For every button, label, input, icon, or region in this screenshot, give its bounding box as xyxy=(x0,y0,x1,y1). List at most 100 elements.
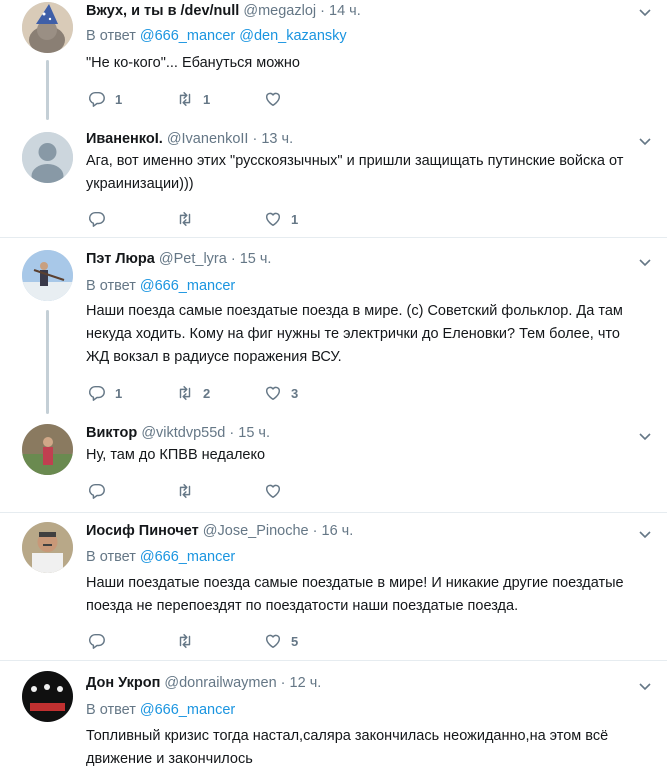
author-name[interactable]: Дон Укроп xyxy=(86,675,160,691)
reply-icon xyxy=(89,483,105,499)
retweet-button[interactable] xyxy=(176,209,203,229)
timestamp[interactable]: 13 ч. xyxy=(261,131,293,147)
like-count: 3 xyxy=(291,385,299,401)
wizard-cat-avatar-image xyxy=(22,2,73,53)
separator-dot: · xyxy=(252,131,258,147)
tweet-text: Наши поездатые поезда самые поездатые в … xyxy=(86,575,624,614)
like-button[interactable]: 5 xyxy=(264,631,298,651)
retweet-count: 1 xyxy=(203,91,211,107)
avatar[interactable] xyxy=(22,132,73,183)
separator-dot: · xyxy=(230,251,236,267)
avatar[interactable] xyxy=(22,522,73,573)
timestamp[interactable]: 12 ч. xyxy=(290,675,322,691)
like-count: 5 xyxy=(291,633,299,649)
tweet[interactable]: Виктор @viktdvp55d · 15 ч. Ну, там до КП… xyxy=(0,414,667,512)
reply-context: В ответ @666_mancer xyxy=(86,278,236,294)
person-avatar-image xyxy=(22,424,73,475)
author-name[interactable]: Вжух, и ты в /dev/null xyxy=(86,3,239,19)
author-name[interactable]: Иосиф Пиночет xyxy=(86,523,199,539)
retweet-icon xyxy=(179,211,191,227)
timestamp[interactable]: 15 ч. xyxy=(240,251,272,267)
timestamp[interactable]: 14 ч. xyxy=(329,3,361,19)
separator-dot: · xyxy=(312,523,318,539)
retweet-icon xyxy=(179,633,191,649)
author-name[interactable]: Виктор xyxy=(86,425,137,441)
chevron-down-icon[interactable] xyxy=(637,428,653,444)
reply-count: 1 xyxy=(115,91,123,107)
like-button[interactable] xyxy=(264,481,291,501)
tweet[interactable]: Вжух, и ты в /dev/null @megazloj · 14 ч.… xyxy=(0,0,667,120)
reply-icon xyxy=(89,385,105,401)
author-name[interactable]: Пэт Люра xyxy=(86,251,155,267)
author-handle[interactable]: @Jose_Pinoche xyxy=(203,523,309,539)
reply-button[interactable]: 1 xyxy=(88,89,122,109)
reply-mention[interactable]: @666_mancer xyxy=(140,549,235,565)
rifleman-avatar-image xyxy=(22,250,73,301)
like-button[interactable]: 1 xyxy=(264,209,298,229)
timestamp[interactable]: 15 ч. xyxy=(238,425,270,441)
reply-context: В ответ @666_mancer xyxy=(86,702,236,718)
reply-icon xyxy=(89,91,105,107)
tweet[interactable]: Пэт Люра @Pet_lyra · 15 ч. В ответ @666_… xyxy=(0,238,667,414)
reply-button[interactable]: 1 xyxy=(88,383,122,403)
tweet-text: Ага, вот именно этих "русскоязычных" и п… xyxy=(86,153,624,192)
separator-dot: · xyxy=(320,3,325,19)
separator-dot: · xyxy=(229,425,235,441)
tweet[interactable]: Дон Укроп @donrailwaymen · 12 ч. В ответ… xyxy=(0,661,667,772)
heart-icon xyxy=(265,92,281,107)
retweet-icon xyxy=(179,385,191,401)
author-handle[interactable]: @viktdvp55d xyxy=(141,425,225,441)
avatar[interactable] xyxy=(22,424,73,475)
tweet-text: "Не ко-кого"... Ебануться можно xyxy=(86,55,300,71)
author-handle[interactable]: @donrailwaymen xyxy=(164,675,276,691)
default-profile-image xyxy=(22,132,73,183)
chevron-down-icon[interactable] xyxy=(637,133,653,149)
chevron-down-icon[interactable] xyxy=(637,678,653,694)
reply-button[interactable] xyxy=(88,481,115,501)
stage-lights-avatar-image xyxy=(22,671,73,722)
separator-dot: · xyxy=(280,675,286,691)
retweet-count: 2 xyxy=(203,385,211,401)
reply-icon xyxy=(89,211,105,227)
reply-mention[interactable]: @666_mancer xyxy=(140,702,235,718)
author-handle[interactable]: @megazloj xyxy=(243,3,316,19)
author-handle[interactable]: @IvanenkoII xyxy=(167,131,249,147)
heart-icon xyxy=(265,484,281,499)
heart-icon xyxy=(265,386,281,401)
reply-button[interactable] xyxy=(88,209,115,229)
reply-icon xyxy=(89,633,105,649)
timestamp[interactable]: 16 ч. xyxy=(322,523,354,539)
reply-mention[interactable]: @666_mancer xyxy=(140,278,235,294)
retweet-button[interactable]: 2 xyxy=(176,383,210,403)
reply-button[interactable] xyxy=(88,631,115,651)
retweet-button[interactable] xyxy=(176,481,203,501)
tweet-text: Топливный кризис тогда настал,саляра зак… xyxy=(86,728,609,767)
author-name[interactable]: ИваненкоI. xyxy=(86,131,163,147)
general-avatar-image xyxy=(22,522,73,573)
tweet-text: Ну, там до КПВВ недалеко xyxy=(86,447,266,463)
reply-context: В ответ @666_mancer @den_kazansky xyxy=(86,28,347,44)
tweet[interactable]: Иосиф Пиночет @Jose_Pinoche · 16 ч. В от… xyxy=(0,513,667,660)
retweet-button[interactable]: 1 xyxy=(176,89,210,109)
thread-line xyxy=(46,60,49,120)
heart-icon xyxy=(265,212,281,227)
like-button[interactable]: 3 xyxy=(264,383,298,403)
heart-icon xyxy=(265,634,281,649)
avatar[interactable] xyxy=(22,2,73,53)
chevron-down-icon[interactable] xyxy=(637,526,653,542)
avatar[interactable] xyxy=(22,671,73,722)
like-count: 1 xyxy=(291,211,299,227)
like-button[interactable] xyxy=(264,89,291,109)
tweet-text: Наши поезда самые поездатые поезда в мир… xyxy=(86,303,623,365)
chevron-down-icon[interactable] xyxy=(637,4,653,20)
retweet-icon xyxy=(179,483,191,499)
avatar[interactable] xyxy=(22,250,73,301)
reply-mention[interactable]: @666_mancer xyxy=(140,28,235,44)
tweet[interactable]: ИваненкоI. @IvanenkoII · 13 ч. Ага, вот … xyxy=(0,120,667,237)
retweet-button[interactable] xyxy=(176,631,203,651)
author-handle[interactable]: @Pet_lyra xyxy=(159,251,227,267)
reply-mention[interactable]: @den_kazansky xyxy=(239,28,346,44)
chevron-down-icon[interactable] xyxy=(637,254,653,270)
thread-line xyxy=(46,310,49,414)
reply-count: 1 xyxy=(115,385,123,401)
